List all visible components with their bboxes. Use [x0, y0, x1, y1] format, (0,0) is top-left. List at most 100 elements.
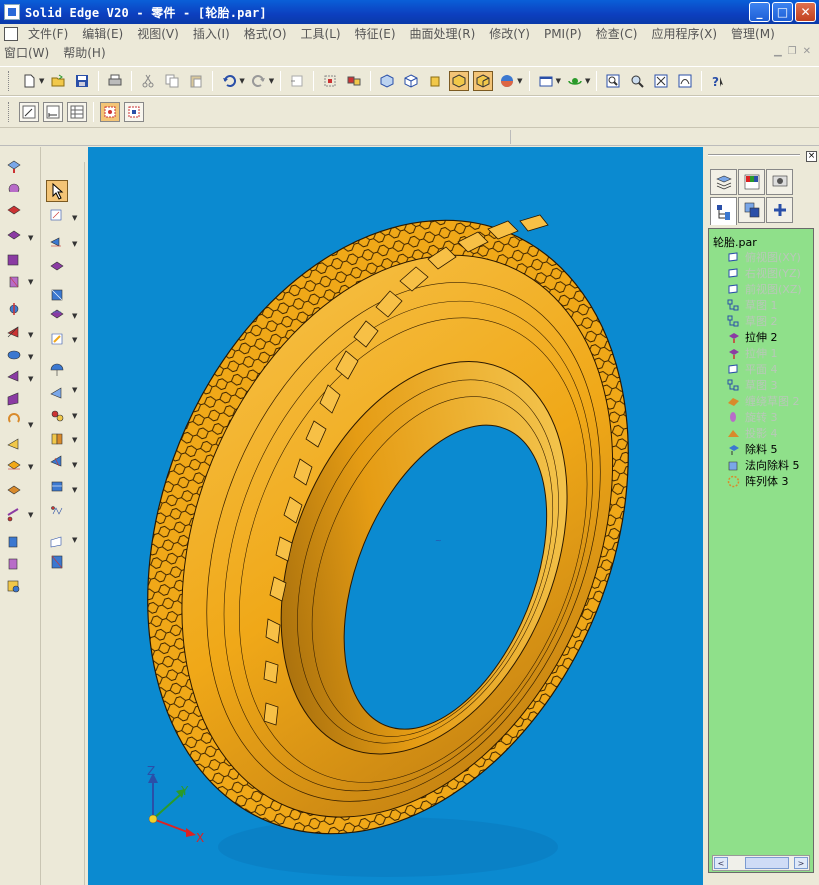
- svg-text:▼: ▼: [28, 278, 34, 286]
- zoom-area-icon[interactable]: [603, 71, 623, 91]
- sketch-tool-icon[interactable]: [287, 71, 307, 91]
- dimension-icon[interactable]: [43, 102, 63, 122]
- edit-sketch-icon[interactable]: [19, 102, 39, 122]
- redo-icon[interactable]: [249, 71, 269, 91]
- view-style-icon[interactable]: [536, 71, 556, 91]
- color-sphere-icon[interactable]: [497, 71, 517, 91]
- tab-color-manager-icon[interactable]: [738, 169, 765, 195]
- menu-bar: 文件(F) 编辑(E) 视图(V) 插入(I) 格式(O) 工具(L) 特征(E) 曲面处理(…: [0, 24, 819, 64]
- svg-text:▼: ▼: [28, 421, 34, 429]
- mdi-restore-icon[interactable]: ❐: [788, 46, 797, 57]
- feature-select-icon[interactable]: [100, 102, 120, 122]
- y-axis: [152, 794, 181, 820]
- new-file-icon[interactable]: [19, 71, 39, 91]
- tree-root-part[interactable]: 轮胎.par: [713, 234, 757, 250]
- tire-model[interactable]: ~ Z Y X: [88, 147, 703, 885]
- tree-item[interactable]: 草图 1: [727, 297, 778, 313]
- tree-item[interactable]: 俯视图(XY): [727, 249, 801, 265]
- menu-item-12[interactable]: 管理(M): [731, 25, 775, 42]
- shaded-edges-icon[interactable]: [449, 71, 470, 91]
- select-tool-icon[interactable]: [320, 71, 340, 91]
- tree-item[interactable]: 右视图(YZ): [727, 265, 801, 281]
- open-folder-icon[interactable]: [48, 71, 68, 91]
- menu-item-row2-0[interactable]: 窗口(W): [4, 44, 49, 61]
- menu-item-2[interactable]: 视图(V): [137, 25, 179, 42]
- tree-item[interactable]: 法向除料 5: [727, 457, 800, 473]
- tree-item[interactable]: 阵列体 3: [727, 473, 789, 489]
- menu-item-5[interactable]: 工具(L): [301, 25, 341, 42]
- view-front-icon[interactable]: [401, 71, 421, 91]
- zoom-icon[interactable]: [627, 71, 647, 91]
- document-icon[interactable]: [4, 26, 18, 41]
- feature-filter-icon[interactable]: [124, 102, 144, 122]
- close-button[interactable]: ✕: [795, 2, 816, 22]
- scroll-thumb[interactable]: [745, 857, 789, 869]
- tab-library-icon[interactable]: [766, 197, 793, 223]
- menu-item-6[interactable]: 特征(E): [355, 25, 396, 42]
- sketch-icon: [727, 315, 745, 328]
- print-icon[interactable]: [105, 71, 125, 91]
- paste-icon[interactable]: [186, 71, 206, 91]
- menu-item-row2-1[interactable]: 帮助(H): [63, 44, 105, 61]
- cutout-icon: [727, 443, 745, 456]
- panel-grip[interactable]: [708, 154, 800, 156]
- menu-item-3[interactable]: 插入(I): [193, 25, 230, 42]
- undo-icon[interactable]: [219, 71, 239, 91]
- tab-view-manager-icon[interactable]: [766, 169, 793, 195]
- minimize-button[interactable]: _: [749, 2, 770, 22]
- menu-item-1[interactable]: 编辑(E): [82, 25, 123, 42]
- rotate-view-icon[interactable]: [565, 71, 585, 91]
- z-axis-label: Z: [147, 764, 155, 778]
- menu-item-11[interactable]: 应用程序(X): [651, 25, 717, 42]
- scroll-right-arrow[interactable]: >: [794, 857, 808, 869]
- toolbar-grip[interactable]: [8, 71, 11, 91]
- tab-feature-pathfinder-icon[interactable]: [710, 197, 737, 225]
- scroll-left-arrow[interactable]: <: [714, 857, 728, 869]
- toolbar-grip-2[interactable]: [8, 102, 11, 122]
- save-icon[interactable]: [72, 71, 92, 91]
- mdi-minimize-icon[interactable]: ▁: [774, 46, 782, 57]
- shaded-box-icon[interactable]: [425, 71, 445, 91]
- menu-item-4[interactable]: 格式(O): [244, 25, 287, 42]
- tree-horizontal-scrollbar[interactable]: < >: [712, 855, 810, 871]
- tree-item[interactable]: 草图 3: [727, 377, 778, 393]
- copy-icon[interactable]: [162, 71, 182, 91]
- maximize-button[interactable]: □: [772, 2, 793, 22]
- tree-item[interactable]: 旋转 3: [727, 409, 778, 425]
- tab-layers-icon[interactable]: [710, 169, 737, 195]
- title-bar: Solid Edge V20 - 零件 - [轮胎.par] _ □ ✕: [0, 0, 819, 24]
- tree-item[interactable]: 前视图(XZ): [727, 281, 802, 297]
- mdi-close-icon[interactable]: ✕: [803, 46, 811, 57]
- tree-item[interactable]: 拉伸 2: [727, 329, 778, 345]
- tree-item[interactable]: 投影 4: [727, 425, 778, 441]
- menu-item-7[interactable]: 曲面处理(R): [410, 25, 476, 42]
- tree-item[interactable]: 草图 2: [727, 313, 778, 329]
- cut-icon[interactable]: [138, 71, 158, 91]
- tools-toolbar-icons[interactable]: ▼ ▼ ▼ ▼ ▼ ▼ ▼ ▼ ▼ ▼: [43, 162, 85, 885]
- tree-item-label: 草图 1: [745, 299, 778, 312]
- svg-text:▼: ▼: [72, 336, 78, 344]
- tree-item[interactable]: 除料 5: [727, 441, 778, 457]
- view-iso-icon[interactable]: [377, 71, 397, 91]
- menu-item-0[interactable]: 文件(F): [28, 25, 68, 42]
- svg-text:▼: ▼: [72, 461, 78, 469]
- table-icon[interactable]: [67, 102, 87, 122]
- tree-item[interactable]: 拉伸 1: [727, 345, 778, 361]
- ribbon-strip: [0, 128, 819, 146]
- help-icon[interactable]: ?: [708, 71, 728, 91]
- features-toolbar-icons[interactable]: ▼ ▼ ▼ ▼ ▼ ▼ ▼ ▼: [0, 147, 41, 885]
- pan-icon[interactable]: [675, 71, 695, 91]
- menu-item-10[interactable]: 检查(C): [596, 25, 638, 42]
- select-all-icon[interactable]: [344, 71, 364, 91]
- tree-item[interactable]: 缠绕草图 2: [727, 393, 800, 409]
- menu-item-8[interactable]: 修改(Y): [489, 25, 530, 42]
- 3d-viewport[interactable]: ~ Z Y X: [88, 147, 703, 885]
- visible-edges-icon[interactable]: [473, 71, 494, 91]
- tab-family-parts-icon[interactable]: [738, 197, 765, 223]
- feature-pathfinder-tree[interactable]: 轮胎.par 俯视图(XY) 右视图(YZ) 前视图(XZ) 草图 1 草图 2 拉伸 2…: [708, 228, 814, 873]
- menu-item-9[interactable]: PMI(P): [544, 27, 582, 41]
- tree-item[interactable]: 平面 4: [727, 361, 778, 377]
- panel-close-icon[interactable]: ×: [806, 151, 817, 162]
- fit-view-icon[interactable]: [651, 71, 671, 91]
- svg-text:▼: ▼: [72, 436, 78, 444]
